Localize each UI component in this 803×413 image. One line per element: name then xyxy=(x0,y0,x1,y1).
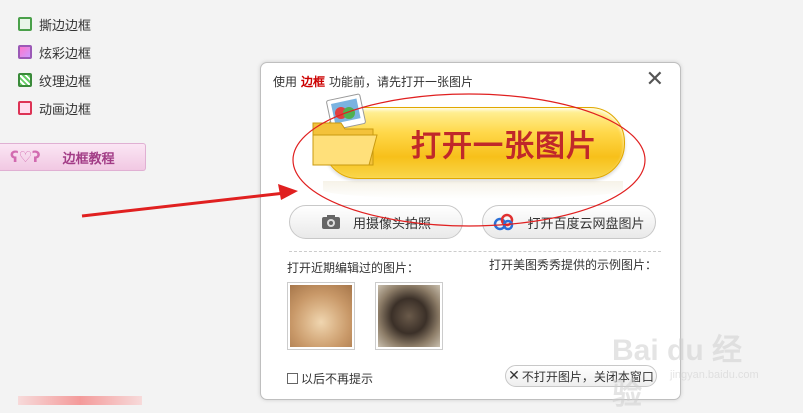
title-suffix: 功能前，请先打开一张图片 xyxy=(329,75,474,89)
recent-image-thumbnail[interactable] xyxy=(287,282,355,350)
cloud-label: 打开百度云网盘图片 xyxy=(527,216,645,232)
recent-image-thumbnail[interactable] xyxy=(375,282,443,350)
dont-show-label: 以后不再提示 xyxy=(301,372,374,386)
folder-image-icon xyxy=(312,93,378,166)
button-reflection xyxy=(323,181,623,199)
camera-girl-photo xyxy=(378,285,440,347)
baidu-cloud-icon xyxy=(494,213,514,231)
frame-menu: 撕边边框 炫彩边框 纹理边框 动画边框 xyxy=(18,10,148,122)
frame-tutorial-button[interactable]: ʕ♡ʔ 边框教程 xyxy=(0,143,146,171)
dialog-divider xyxy=(289,251,661,252)
menu-item-label: 炫彩边框 xyxy=(39,46,92,62)
menu-item-torn-frame[interactable]: 撕边边框 xyxy=(18,10,148,38)
close-icon[interactable]: ✕ xyxy=(646,67,664,93)
baidu-watermark: Bai du 经验 jingyan.baidu.com xyxy=(612,315,762,411)
menu-item-label: 纹理边框 xyxy=(39,74,92,90)
animation-frame-icon xyxy=(18,101,32,115)
torn-frame-icon xyxy=(18,17,32,31)
thumbnail-strip xyxy=(18,396,142,405)
title-prefix: 使用 xyxy=(273,75,298,89)
menu-item-animation-frame[interactable]: 动画边框 xyxy=(18,94,148,122)
dont-show-checkbox[interactable] xyxy=(287,373,298,384)
camera-label: 用摄像头拍照 xyxy=(352,216,431,232)
camera-button[interactable]: 用摄像头拍照 xyxy=(289,205,463,239)
recent-images-label: 打开近期编辑过的图片： xyxy=(287,261,420,275)
hands-icon: ʕ♡ʔ xyxy=(10,148,41,166)
close-icon: ✕ xyxy=(508,368,520,384)
menu-item-texture-frame[interactable]: 纹理边框 xyxy=(18,66,148,94)
menu-item-label: 动画边框 xyxy=(39,102,92,118)
sample-images-label: 打开美图秀秀提供的示例图片： xyxy=(489,258,658,272)
title-highlight: 边框 xyxy=(301,75,326,89)
texture-frame-icon xyxy=(18,73,32,87)
colorful-frame-icon xyxy=(18,45,32,59)
watermark-sub: jingyan.baidu.com xyxy=(670,369,759,381)
dont-show-again-option[interactable]: 以后不再提示 xyxy=(287,370,373,387)
menu-item-label: 撕边边框 xyxy=(39,18,92,34)
baidu-cloud-button[interactable]: 打开百度云网盘图片 xyxy=(482,205,656,239)
dialog-title: 使用 边框 功能前，请先打开一张图片 xyxy=(273,73,473,90)
menu-item-colorful-frame[interactable]: 炫彩边框 xyxy=(18,38,148,66)
camera-icon xyxy=(321,215,340,229)
tutorial-label: 边框教程 xyxy=(62,151,115,167)
open-image-label: 打开一张图片 xyxy=(411,129,597,164)
kitten-photo xyxy=(290,285,352,347)
